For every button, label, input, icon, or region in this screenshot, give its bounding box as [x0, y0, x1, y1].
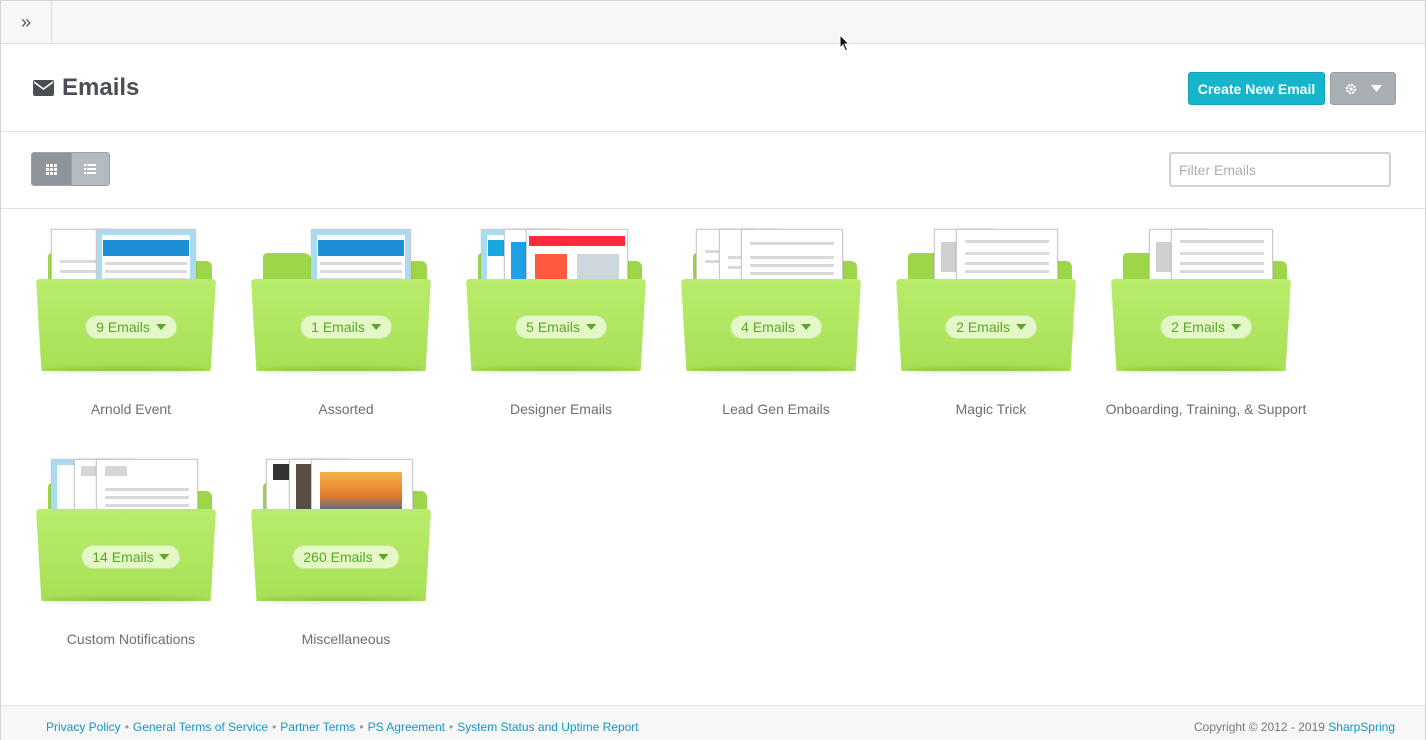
- footer-separator: •: [449, 720, 454, 734]
- caret-down-icon: [378, 554, 389, 560]
- folder-lead-gen-emails[interactable]: 4 Emails Lead Gen Emails: [681, 229, 871, 429]
- sharpspring-link[interactable]: SharpSpring: [1328, 720, 1395, 734]
- folder-onboarding-training-support[interactable]: 2 Emails Onboarding, Training, & Support: [1106, 229, 1306, 429]
- caret-down-icon: [800, 324, 811, 330]
- folder-designer-emails[interactable]: 5 Emails Designer Emails: [466, 229, 656, 429]
- email-count-badge[interactable]: 5 Emails: [515, 315, 607, 339]
- folder-shadow: [259, 597, 423, 603]
- expand-sidebar-button[interactable]: »: [1, 1, 52, 43]
- footer-link-partner-terms[interactable]: Partner Terms: [280, 720, 355, 734]
- filter-emails-input[interactable]: [1169, 152, 1391, 187]
- folder-magic-trick[interactable]: 2 Emails Magic Trick: [896, 229, 1086, 429]
- email-count-badge[interactable]: 260 Emails: [292, 545, 400, 569]
- folder-label[interactable]: Miscellaneous: [211, 631, 481, 647]
- folder-label[interactable]: Onboarding, Training, & Support: [1071, 401, 1341, 417]
- folder-shadow: [259, 367, 423, 373]
- page-title: Emails: [33, 74, 139, 102]
- folder-shadow: [1119, 367, 1283, 373]
- gear-icon: [1345, 83, 1356, 94]
- footer-separator: •: [124, 720, 129, 734]
- footer-links: Privacy Policy • General Terms of Servic…: [46, 720, 639, 734]
- caret-down-icon: [370, 324, 381, 330]
- envelope-icon: [33, 80, 54, 96]
- email-count-text: 2 Emails: [1171, 319, 1225, 335]
- folder-assorted[interactable]: 1 Emails Assorted: [251, 229, 441, 429]
- page-title-text: Emails: [62, 74, 140, 101]
- email-count-text: 4 Emails: [741, 319, 795, 335]
- list-icon: [84, 164, 97, 174]
- list-view-button[interactable]: [70, 153, 109, 185]
- settings-dropdown-button[interactable]: [1330, 72, 1396, 105]
- copyright-text: Copyright © 2012 - 2019: [1194, 720, 1325, 734]
- email-count-badge[interactable]: 9 Emails: [85, 315, 177, 339]
- toolbar: [1, 132, 1425, 209]
- app-window: » Emails Create New Email Filter Emails …: [0, 0, 1426, 740]
- caret-down-icon: [155, 324, 166, 330]
- email-count-badge[interactable]: 1 Emails: [300, 315, 392, 339]
- footer-separator: •: [272, 720, 277, 734]
- caret-down-icon: [1370, 85, 1382, 92]
- email-count-text: 260 Emails: [303, 549, 373, 565]
- folder-miscellaneous[interactable]: 260 Emails Miscellaneous: [251, 459, 441, 659]
- caret-down-icon: [585, 324, 596, 330]
- folder-custom-notifications[interactable]: 14 Emails Custom Notifications: [36, 459, 226, 659]
- folder-shadow: [904, 367, 1068, 373]
- double-chevron-right-icon: »: [20, 11, 31, 32]
- footer: Privacy Policy • General Terms of Servic…: [1, 705, 1425, 740]
- folder-shadow: [689, 367, 853, 373]
- email-count-text: 14 Emails: [92, 549, 154, 565]
- create-new-email-button[interactable]: Create New Email: [1188, 72, 1325, 105]
- folder-shadow: [44, 367, 208, 373]
- grid-icon: [45, 163, 57, 175]
- folder-shadow: [44, 597, 208, 603]
- footer-link-ps-agreement[interactable]: PS Agreement: [368, 720, 445, 734]
- email-count-text: 2 Emails: [956, 319, 1010, 335]
- folder-arnold-event[interactable]: 9 Emails Arnold Event: [36, 229, 226, 429]
- email-count-text: 1 Emails: [311, 319, 365, 335]
- folder-shadow: [474, 367, 638, 373]
- email-count-text: 5 Emails: [526, 319, 580, 335]
- footer-separator: •: [359, 720, 364, 734]
- footer-link-privacy-policy[interactable]: Privacy Policy: [46, 720, 121, 734]
- caret-down-icon: [1015, 324, 1026, 330]
- email-count-badge[interactable]: 2 Emails: [1160, 315, 1252, 339]
- email-count-badge[interactable]: 2 Emails: [945, 315, 1037, 339]
- email-count-text: 9 Emails: [96, 319, 150, 335]
- top-bar: »: [1, 1, 1425, 44]
- footer-link-general-terms[interactable]: General Terms of Service: [133, 720, 268, 734]
- grid-view-button[interactable]: [32, 153, 71, 185]
- copyright: Copyright © 2012 - 2019 SharpSpring: [1194, 720, 1395, 734]
- email-count-badge[interactable]: 4 Emails: [730, 315, 822, 339]
- caret-down-icon: [159, 554, 170, 560]
- email-count-badge[interactable]: 14 Emails: [81, 545, 181, 569]
- footer-link-system-status[interactable]: System Status and Uptime Report: [457, 720, 638, 734]
- view-toggle: [31, 152, 110, 186]
- caret-down-icon: [1230, 324, 1241, 330]
- page-header: Emails Create New Email: [1, 44, 1425, 132]
